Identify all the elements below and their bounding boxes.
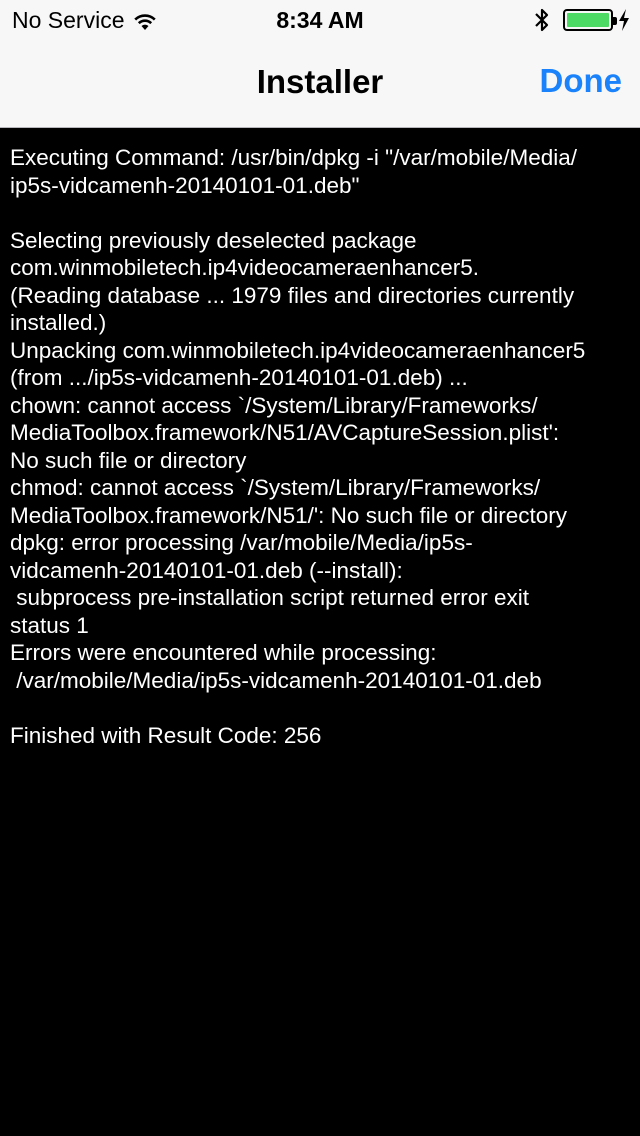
charging-bolt-icon	[619, 9, 629, 31]
battery-icon	[563, 9, 617, 31]
navigation-header: No Service 8:34 AM Installer Done	[0, 0, 640, 128]
status-bar: No Service 8:34 AM	[0, 0, 640, 40]
bluetooth-icon	[535, 8, 549, 32]
done-button[interactable]: Done	[540, 62, 623, 100]
installer-output-log: Executing Command: /usr/bin/dpkg -i "/va…	[10, 145, 586, 748]
battery-level	[567, 13, 609, 27]
